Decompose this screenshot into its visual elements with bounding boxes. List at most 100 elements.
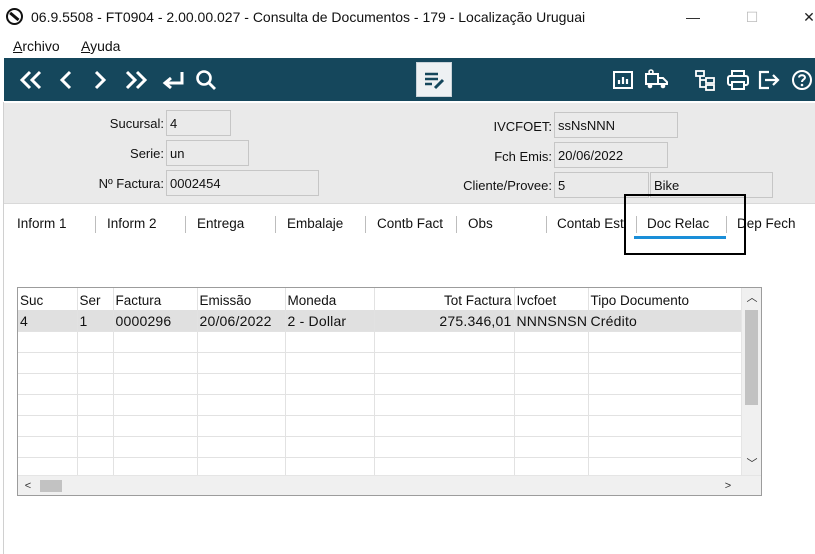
column-header-ivcfoet[interactable]: Ivcfoet (514, 288, 589, 310)
factura-number-field[interactable]: 0002454 (166, 170, 319, 196)
table-row[interactable]: 4 1 0000296 20/06/2022 2 - Dollar 275.34… (18, 310, 742, 332)
empty-table-row[interactable] (18, 415, 742, 437)
factura-number-label: Nº Factura: (98, 176, 164, 191)
app-logo-icon (6, 8, 23, 25)
tab-entrega[interactable]: Entrega (197, 216, 244, 231)
table-header-row: Suc Ser Factura Emissão Moneda Tot Factu… (18, 288, 742, 310)
search-button[interactable] (193, 58, 219, 101)
serie-field[interactable]: un (166, 140, 249, 166)
cliente-provee-label: Cliente/Provee: (463, 178, 552, 193)
scroll-up-arrow-icon[interactable]: ︿ (742, 288, 761, 308)
last-page-icon (125, 70, 148, 89)
edit-list-button[interactable] (416, 62, 452, 97)
menu-bar: Archivo Ayuda (0, 34, 815, 56)
vertical-scroll-thumb[interactable] (745, 310, 758, 405)
horizontal-scroll-thumb[interactable] (40, 480, 62, 492)
tab-contb-fact[interactable]: Contb Fact (377, 216, 443, 231)
cell-tot-factura: 275.346,01 (374, 310, 515, 332)
column-header-tot-factura[interactable]: Tot Factura (374, 288, 515, 310)
related-documents-grid[interactable]: Suc Ser Factura Emissão Moneda Tot Factu… (17, 287, 762, 496)
tab-inform-1[interactable]: Inform 1 (17, 216, 67, 231)
document-header-panel: Sucursal: 4 Serie: un Nº Factura: 000245… (4, 103, 815, 204)
menu-ayuda-mnemonic: A (81, 38, 91, 54)
tab-contab-est[interactable]: Contab Est (557, 216, 624, 231)
next-button[interactable] (88, 58, 112, 101)
column-header-suc[interactable]: Suc (18, 288, 78, 310)
tree-structure-icon (695, 69, 715, 91)
report-chart-button[interactable] (610, 58, 636, 101)
empty-table-row[interactable] (18, 373, 742, 395)
cell-ser: 1 (77, 310, 114, 332)
return-button[interactable] (158, 58, 188, 101)
column-header-tipo-documento[interactable]: Tipo Documento (588, 288, 742, 310)
vertical-scrollbar[interactable]: ︿ ﹀ (741, 288, 761, 475)
tab-separator (365, 216, 366, 233)
tab-separator (456, 216, 457, 233)
fch-emis-label: Fch Emis: (494, 149, 552, 164)
empty-table-row[interactable] (18, 352, 742, 374)
help-button[interactable] (790, 58, 814, 101)
tab-embalaje[interactable]: Embalaje (287, 216, 343, 231)
scroll-right-arrow-icon[interactable]: > (718, 476, 738, 495)
sucursal-field[interactable]: 4 (166, 110, 231, 136)
next-icon (94, 70, 107, 89)
print-button[interactable] (724, 58, 752, 101)
tab-obs[interactable]: Obs (468, 216, 493, 231)
horizontal-scrollbar[interactable]: < > (18, 475, 761, 495)
return-icon (162, 71, 184, 89)
delivery-truck-icon (645, 68, 668, 88)
column-header-ser[interactable]: Ser (77, 288, 114, 310)
menu-archivo[interactable]: Archivo (13, 38, 60, 54)
cell-tipo-documento: Crédito (588, 310, 742, 332)
last-page-button[interactable] (121, 58, 151, 101)
empty-table-row[interactable] (18, 331, 742, 353)
scroll-down-arrow-icon[interactable]: ﹀ (742, 454, 761, 474)
toolbar (4, 58, 815, 101)
edit-list-icon (425, 72, 445, 89)
delivery-truck-button[interactable] (641, 58, 673, 101)
window-title: 06.9.5508 - FT0904 - 2.00.00.027 - Consu… (31, 9, 586, 25)
maximize-button[interactable]: ☐ (737, 4, 767, 30)
title-bar: 06.9.5508 - FT0904 - 2.00.00.027 - Consu… (0, 0, 815, 34)
tab-separator (546, 216, 547, 233)
cell-emissao: 20/06/2022 (197, 310, 286, 332)
sucursal-label: Sucursal: (109, 116, 164, 131)
tab-separator (95, 216, 96, 233)
first-page-button[interactable] (16, 58, 46, 101)
menu-archivo-label: rchivo (22, 38, 60, 54)
fch-emis-field[interactable]: 20/06/2022 (554, 142, 668, 168)
serie-label: Serie: (130, 146, 164, 161)
documents-table: Suc Ser Factura Emissão Moneda Tot Factu… (18, 288, 742, 479)
ivcfoet-field[interactable]: ssNsNNN (554, 112, 678, 138)
column-header-emissao[interactable]: Emissão (197, 288, 286, 310)
previous-button[interactable] (54, 58, 78, 101)
empty-table-row[interactable] (18, 436, 742, 458)
column-header-moneda[interactable]: Moneda (285, 288, 375, 310)
tab-separator (275, 216, 276, 233)
report-chart-icon (613, 70, 633, 89)
scroll-left-arrow-icon[interactable]: < (18, 476, 38, 495)
minimize-button[interactable]: — (678, 4, 708, 30)
print-icon (727, 69, 749, 90)
menu-ayuda[interactable]: Ayuda (81, 38, 120, 54)
search-icon (196, 69, 216, 90)
menu-archivo-mnemonic: A (13, 38, 23, 54)
close-button[interactable]: ✕ (794, 4, 815, 30)
cell-factura: 0000296 (113, 310, 198, 332)
empty-table-row[interactable] (18, 394, 742, 416)
help-icon (792, 69, 812, 90)
column-header-factura[interactable]: Factura (113, 288, 198, 310)
exit-icon (758, 70, 780, 89)
cell-suc: 4 (18, 310, 78, 332)
previous-icon (59, 70, 72, 89)
highlight-box (624, 194, 746, 255)
ivcfoet-label: IVCFOET: (493, 119, 552, 134)
tab-separator (185, 216, 186, 233)
exit-button[interactable] (756, 58, 782, 101)
tree-structure-button[interactable] (692, 58, 718, 101)
first-page-icon (19, 70, 42, 89)
tab-inform-2[interactable]: Inform 2 (107, 216, 157, 231)
menu-ayuda-label: yuda (90, 38, 121, 54)
cell-moneda: 2 - Dollar (285, 310, 375, 332)
cell-ivcfoet: NNNSNSN (514, 310, 589, 332)
